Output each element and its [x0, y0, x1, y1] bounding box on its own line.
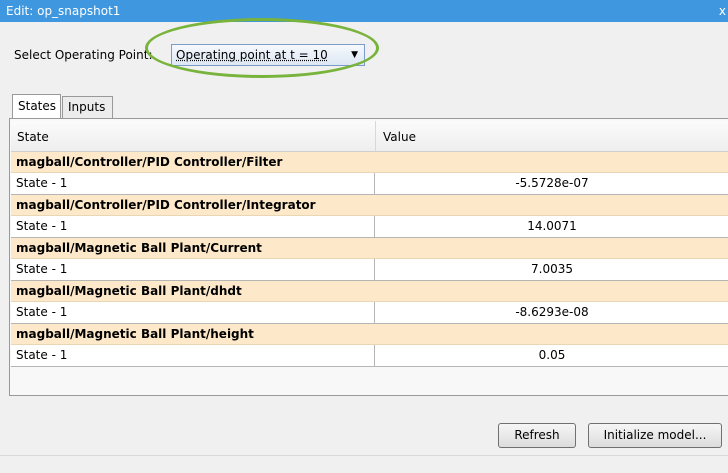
state-name: State - 1: [11, 302, 375, 323]
state-value[interactable]: 0.05: [375, 345, 728, 366]
state-value[interactable]: 7.0035: [375, 259, 728, 280]
operating-point-dropdown[interactable]: Operating point at t = 10 ▼: [171, 44, 365, 66]
state-name: State - 1: [11, 345, 375, 366]
operating-point-label: Select Operating Point:: [14, 48, 153, 62]
tab-states[interactable]: States: [12, 94, 61, 118]
chevron-down-icon: ▼: [351, 50, 358, 60]
tab-inputs[interactable]: Inputs: [62, 96, 113, 118]
state-value[interactable]: 14.0071: [375, 216, 728, 237]
operating-point-value: Operating point at t = 10: [176, 48, 328, 62]
group-row: magball/Controller/PID Controller/Filter: [11, 152, 728, 173]
divider: [0, 455, 728, 456]
column-header-state[interactable]: State: [17, 130, 49, 144]
state-name: State - 1: [11, 216, 375, 237]
states-table: State Value magball/Controller/PID Contr…: [11, 121, 728, 367]
group-row: magball/Magnetic Ball Plant/height: [11, 324, 728, 345]
close-icon[interactable]: x: [714, 0, 726, 22]
state-value[interactable]: -8.6293e-08: [375, 302, 728, 323]
state-value[interactable]: -5.5728e-07: [375, 173, 728, 194]
table-row[interactable]: State - 1 -8.6293e-08: [11, 302, 728, 324]
table-row[interactable]: State - 1 0.05: [11, 345, 728, 367]
refresh-button[interactable]: Refresh: [498, 423, 576, 448]
table-row[interactable]: State - 1 7.0035: [11, 259, 728, 281]
initialize-model-button[interactable]: Initialize model...: [588, 423, 722, 448]
group-row: magball/Magnetic Ball Plant/dhdt: [11, 281, 728, 302]
group-row: magball/Magnetic Ball Plant/Current: [11, 238, 728, 259]
table-row[interactable]: State - 1 -5.5728e-07: [11, 173, 728, 195]
table-row[interactable]: State - 1 14.0071: [11, 216, 728, 238]
window-title: Edit: op_snapshot1: [6, 4, 121, 18]
title-bar: Edit: op_snapshot1 x: [0, 0, 728, 22]
group-row: magball/Controller/PID Controller/Integr…: [11, 195, 728, 216]
table-header: State Value: [11, 121, 728, 152]
column-header-value[interactable]: Value: [383, 130, 416, 144]
state-name: State - 1: [11, 259, 375, 280]
state-name: State - 1: [11, 173, 375, 194]
states-panel: State Value magball/Controller/PID Contr…: [9, 118, 728, 396]
